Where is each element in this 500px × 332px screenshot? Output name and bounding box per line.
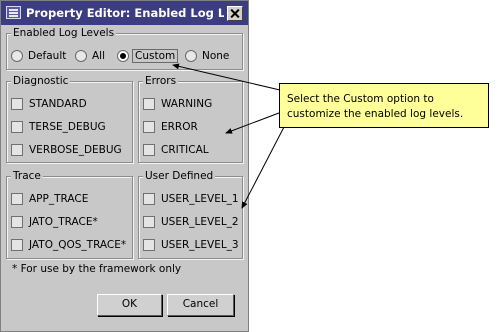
callout-note: Select the Custom option to customize th…: [279, 83, 489, 128]
arrow-to-custom: [172, 63, 281, 91]
callout-arrows: [172, 63, 301, 209]
arrow-to-user-defined: [241, 126, 285, 209]
